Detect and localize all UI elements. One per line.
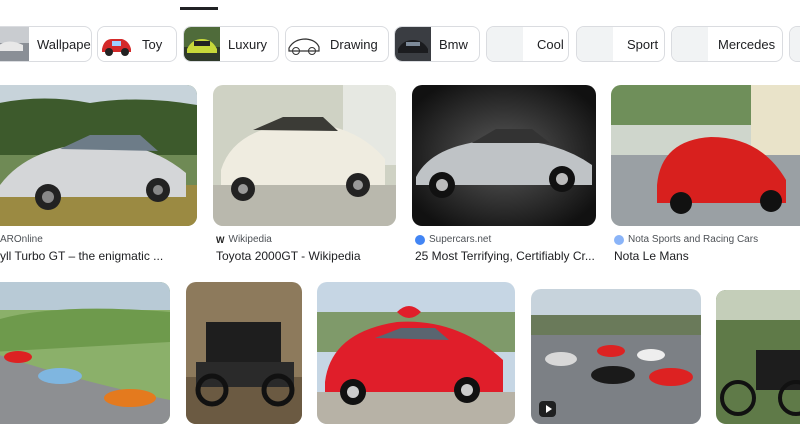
car-photo [716, 290, 800, 424]
chip-more[interactable] [789, 26, 800, 62]
car-thumbnail-icon [0, 27, 29, 61]
chip-label: Toy [142, 36, 163, 52]
car-drawing-icon [286, 27, 322, 61]
car-thumbnail-icon [395, 27, 431, 61]
car-photo [611, 85, 800, 226]
source-name: Supercars.net [429, 234, 492, 245]
chip-label: Mercedes [718, 36, 776, 52]
placeholder-icon [577, 27, 613, 61]
chip-sport[interactable]: Sport [576, 26, 665, 62]
source-name: Nota Sports and Racing Cars [628, 234, 759, 245]
chip-cool[interactable]: Cool [486, 26, 569, 62]
result-source: W Wikipedia [216, 234, 272, 245]
chip-label: Wallpaper [37, 36, 92, 52]
car-photo [0, 85, 197, 226]
source-name: Wikipedia [228, 234, 272, 245]
play-icon [539, 401, 556, 417]
chip-drawing[interactable]: Drawing [285, 26, 389, 62]
wikipedia-icon: W [216, 234, 225, 245]
active-tab-indicator [180, 7, 218, 10]
placeholder-icon [487, 27, 523, 61]
chip-luxury[interactable]: Luxury [183, 26, 279, 62]
car-photo [186, 282, 302, 424]
result-title[interactable]: Toyota 2000GT - Wikipedia [216, 249, 396, 263]
car-photo [412, 85, 596, 226]
chip-label: Bmw [439, 36, 468, 52]
car-thumbnail-icon [184, 27, 220, 61]
chip-wallpaper[interactable]: Wallpaper [0, 26, 92, 62]
result-title[interactable]: Nota Le Mans [614, 249, 794, 263]
globe-icon [415, 234, 425, 245]
chip-mercedes[interactable]: Mercedes [671, 26, 783, 62]
result-source: Nota Sports and Racing Cars [614, 234, 758, 245]
chip-label: Drawing [330, 36, 378, 52]
result-title[interactable]: 25 Most Terrifying, Certifiably Cr... [415, 249, 597, 263]
chip-toy[interactable]: Toy [97, 26, 177, 62]
chip-bmw[interactable]: Bmw [394, 26, 480, 62]
placeholder-icon [790, 27, 800, 61]
result-source: Supercars.net [415, 234, 491, 245]
car-photo [531, 289, 701, 424]
toy-car-icon [98, 27, 134, 61]
chip-label: Sport [627, 36, 659, 52]
source-name: AROnline [0, 234, 43, 245]
globe-icon [614, 234, 624, 245]
chip-label: Luxury [228, 36, 268, 52]
filter-chips: Wallpaper Toy Luxury Drawing Bmw Cool Sp… [0, 26, 800, 64]
result-title[interactable]: yll Turbo GT – the enigmatic ... [0, 249, 190, 263]
car-photo [0, 282, 170, 424]
car-photo [317, 282, 515, 424]
car-photo [213, 85, 396, 226]
chip-label: Cool [537, 36, 564, 52]
result-source: AROnline [0, 234, 43, 245]
placeholder-icon [672, 27, 708, 61]
